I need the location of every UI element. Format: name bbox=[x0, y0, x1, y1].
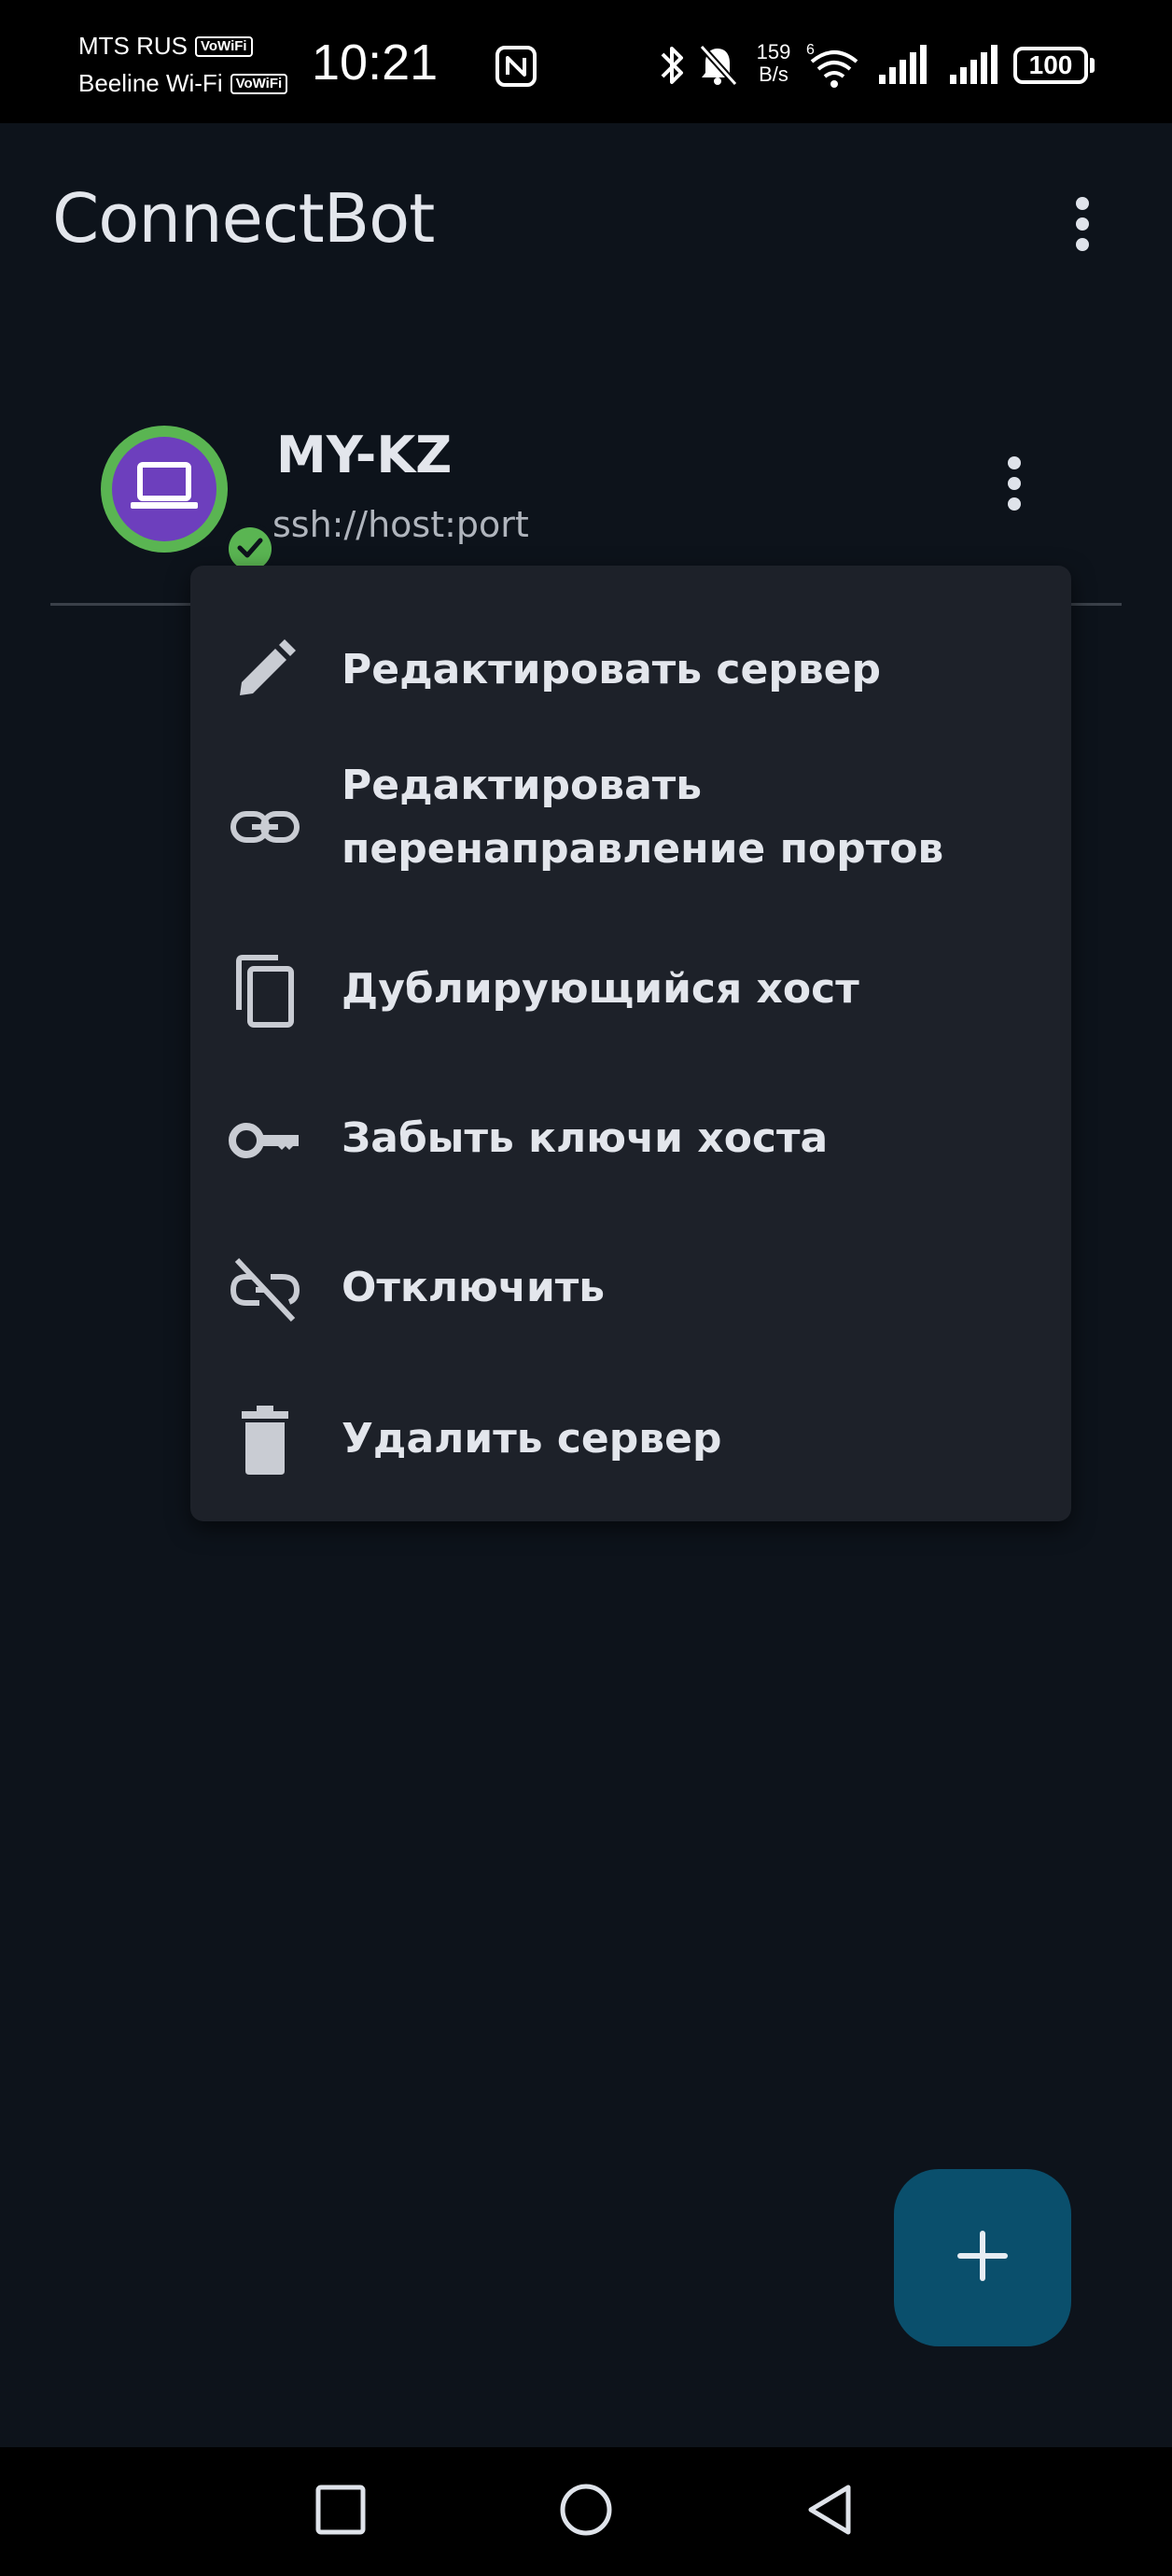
menu-item-label: Редактировать перенаправление портов bbox=[342, 762, 944, 873]
system-navigation-bar bbox=[0, 2447, 1172, 2576]
host-uri: ssh://host:port bbox=[272, 504, 529, 545]
carrier-2: Beeline Wi-Fi VoWiFi bbox=[78, 69, 288, 98]
pencil-icon bbox=[228, 633, 302, 707]
more-vert-icon bbox=[1005, 455, 1024, 515]
add-host-fab[interactable] bbox=[894, 2169, 1071, 2346]
menu-item-forget-host-keys[interactable]: Забыть ключи хоста bbox=[190, 1070, 1071, 1210]
battery-tip bbox=[1090, 58, 1095, 73]
nfc-icon bbox=[495, 45, 537, 91]
menu-item-duplicate-host[interactable]: Дублирующийся хост bbox=[190, 920, 1071, 1060]
menu-item-label: Удалить сервер bbox=[342, 1415, 722, 1463]
vowifi-badge-1: VoWiFi bbox=[195, 35, 253, 57]
home-icon bbox=[558, 2482, 614, 2541]
back-button[interactable] bbox=[788, 2470, 872, 2554]
menu-item-label: Дублирующийся хост bbox=[342, 965, 859, 1013]
plus-icon bbox=[955, 2228, 1011, 2288]
status-bar: MTS RUS VoWiFi Beeline Wi-Fi VoWiFi 10:2… bbox=[0, 0, 1172, 123]
link-icon bbox=[228, 790, 302, 864]
recents-icon bbox=[314, 2484, 367, 2540]
home-button[interactable] bbox=[544, 2470, 628, 2554]
menu-item-disconnect[interactable]: Отключить bbox=[190, 1219, 1071, 1359]
network-speed-value: 159 bbox=[756, 40, 791, 63]
signal-icon-1 bbox=[875, 37, 928, 93]
status-clock: 10:21 bbox=[312, 35, 439, 91]
overflow-menu-button[interactable] bbox=[1054, 190, 1110, 261]
more-vert-icon bbox=[1073, 196, 1092, 256]
host-avatar bbox=[101, 426, 276, 575]
menu-item-edit-host[interactable]: Редактировать сервер bbox=[190, 607, 1071, 734]
battery-indicator: 100 bbox=[1013, 47, 1088, 84]
copy-icon bbox=[228, 954, 302, 1029]
network-speed-unit: B/s bbox=[759, 63, 788, 86]
screen: MTS RUS VoWiFi Beeline Wi-Fi VoWiFi 10:2… bbox=[0, 0, 1172, 2576]
app-title: ConnectBot bbox=[52, 179, 435, 258]
wifi-icon: 6 bbox=[804, 37, 860, 93]
bell-off-icon bbox=[696, 37, 739, 93]
menu-item-delete-host[interactable]: Удалить сервер bbox=[190, 1370, 1071, 1510]
wifi-badge: 6 bbox=[806, 42, 815, 58]
bluetooth-icon bbox=[657, 37, 689, 93]
menu-item-edit-port-forwards[interactable]: Редактировать перенаправление портов bbox=[190, 743, 1071, 911]
trash-icon bbox=[228, 1404, 302, 1478]
key-icon bbox=[228, 1103, 302, 1178]
host-context-menu: Редактировать сервер Редактировать перен… bbox=[190, 566, 1071, 1521]
avatar-background bbox=[112, 437, 216, 541]
menu-item-label: Редактировать сервер bbox=[342, 646, 882, 693]
menu-item-label: Отключить bbox=[342, 1264, 606, 1311]
link-off-icon bbox=[228, 1253, 302, 1327]
carrier-2-label: Beeline Wi-Fi bbox=[78, 69, 223, 97]
menu-item-label: Забыть ключи хоста bbox=[342, 1114, 829, 1162]
network-speed: 159 B/s bbox=[750, 41, 797, 86]
carrier-1-label: MTS RUS bbox=[78, 32, 188, 60]
host-options-button[interactable] bbox=[991, 448, 1038, 523]
carrier-1: MTS RUS VoWiFi bbox=[78, 32, 253, 61]
check-badge-fill bbox=[229, 527, 272, 570]
vowifi-badge-2: VoWiFi bbox=[230, 73, 288, 94]
host-name: MY-KZ bbox=[276, 426, 453, 484]
laptop-icon bbox=[129, 459, 200, 519]
check-icon bbox=[235, 532, 265, 566]
back-icon bbox=[803, 2482, 856, 2541]
recents-button[interactable] bbox=[299, 2470, 383, 2554]
signal-icon-2 bbox=[946, 37, 998, 93]
